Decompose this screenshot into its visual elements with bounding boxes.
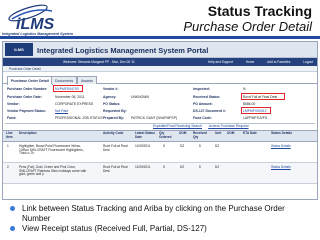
col-latest-status-date: Latest Status Date <box>135 131 156 139</box>
row-activity: Rcvd Full at Final Dest <box>103 144 128 152</box>
fund-code-value: LAPPMFSJVFS <box>243 116 268 120</box>
ilms-logo: iLMS <box>8 4 55 33</box>
app-header: iLMS Integrated Logistics Management Sys… <box>3 42 317 58</box>
row-uom: DZ <box>180 165 185 169</box>
row-description: Highlighter, Broad Point Fluorescent Yel… <box>19 144 84 156</box>
vendor-value: CORPORATE EXPRESS <box>55 102 94 106</box>
col-description: Description <box>19 131 37 135</box>
col-line-item: Line Item <box>6 131 13 139</box>
slide: iLMS Integrated Logistics Management Sys… <box>0 0 320 240</box>
col-uom-2: UOM <box>227 131 235 135</box>
row-unit: DZ <box>215 144 220 148</box>
vendor-label: Vendor: <box>7 102 20 106</box>
po-date-value: November 08, 2011 <box>55 95 85 99</box>
row-activity: Rcvd Full at Final Dest <box>103 165 128 173</box>
help-link[interactable]: Help and Support <box>208 60 233 64</box>
agency-label: Agency: <box>103 95 117 99</box>
received-status-label: Received Status: <box>193 95 221 99</box>
row-unit: DZ <box>215 165 220 169</box>
prepared-by-label: Prepared By: <box>103 116 125 120</box>
fund-value: PROFESSIONAL JOB STATUS <box>55 116 103 120</box>
bullet-text: Link between Status Tracking and Ariba b… <box>22 204 285 223</box>
ds127-highlight <box>241 107 271 114</box>
po-status-label: PO Status: <box>103 102 121 106</box>
table-row: 1 Highlighter, Broad Point Fluorescent Y… <box>3 142 317 163</box>
inspected-label: Inspected: <box>193 87 210 91</box>
col-activity-code: Activity Code <box>103 131 124 135</box>
bullet-item: View Receipt status (Received Full, Part… <box>8 224 312 234</box>
vendor-payment-label: Vendor Payment Status: <box>7 109 47 113</box>
col-eta-date: ETA Date <box>243 131 257 135</box>
row-qty: 5 <box>163 144 165 148</box>
app-title: Integrated Logistics Management System P… <box>37 46 209 55</box>
breadcrumb: Purchase Order Detail <box>3 66 317 72</box>
col-qty-ordered: Qty Ordered <box>159 131 172 139</box>
tab-purchase-order-detail[interactable]: Purchase Order Detail <box>7 76 53 85</box>
bullet-list: Link between Status Tracking and Ariba b… <box>8 204 312 235</box>
po-number-label: Purchase Order Number: <box>7 87 48 91</box>
tab-awards[interactable]: Awards <box>77 76 97 84</box>
tab-bar: Purchase Order Detail Documents Awards <box>3 76 317 85</box>
tab-documents[interactable]: Documents <box>51 76 78 84</box>
inspected-value: N <box>243 87 246 91</box>
row-line: 2 <box>7 165 9 169</box>
po-amount-label: PO Amount: <box>193 102 213 106</box>
po-number-highlight <box>53 85 83 92</box>
row-date: 11/09/2011 <box>135 165 151 169</box>
bullet-dot-icon <box>10 226 15 231</box>
logo-text: iLMS <box>16 16 55 33</box>
row-received: 5 <box>199 165 201 169</box>
app-logo: iLMS <box>5 43 33 56</box>
status-details-link[interactable]: Status Details <box>271 144 291 149</box>
line-items-table: Line Item Description Activity Code Late… <box>3 130 317 184</box>
bullet-item: Link between Status Tracking and Ariba b… <box>8 204 312 223</box>
prepared-by-value: PATRICK GANT (NVAPMFSP) <box>131 116 178 120</box>
user-info: Welcome: Stewarts Margaret PP - Mon, Dec… <box>63 60 135 64</box>
row-qty: 5 <box>163 165 165 169</box>
po-amount-value: $586.00 <box>243 102 256 106</box>
home-link[interactable]: Home <box>246 60 255 64</box>
col-uom: UOM <box>179 131 187 135</box>
top-links: Help and Support Home Add to Favorites L… <box>196 60 313 64</box>
user-bar: Welcome: Stewarts Margaret PP - Mon, Dec… <box>3 58 317 66</box>
col-received-qty: Received Qty <box>193 131 207 139</box>
expedite-search-link[interactable]: Expedite/Final Receiving Search <box>153 124 202 128</box>
requested-by-label: Requested By: <box>103 109 127 113</box>
vendor-no-label: Vendor #: <box>103 87 119 91</box>
status-details-link[interactable]: Status Details <box>271 165 291 170</box>
access-purchase-request-link[interactable]: Access Purchase Request <box>209 124 249 128</box>
form-links: Expedite/Final Receiving Search Access P… <box>153 124 255 128</box>
bullet-dot-icon <box>10 206 15 211</box>
favorites-link[interactable]: Add to Favorites <box>267 60 290 64</box>
logout-link[interactable]: Logout <box>303 60 313 64</box>
table-header: Line Item Description Activity Code Late… <box>3 130 317 142</box>
agency-value: UNKNOWN <box>131 95 149 99</box>
header-divider <box>0 36 320 39</box>
vendor-payment-link[interactable]: Not Paid <box>55 109 68 113</box>
po-form: Purchase Order Number: NVPMFS04703 Purch… <box>3 85 317 130</box>
row-date: 11/09/2011 <box>135 144 151 148</box>
slide-title: Status Tracking <box>207 3 312 19</box>
received-status-highlight <box>241 93 285 100</box>
col-unit: Unit <box>215 131 222 135</box>
row-received: 5 <box>199 144 201 148</box>
app-window: iLMS Integrated Logistics Management Sys… <box>2 41 318 200</box>
table-row: 2 Pens (Fat), Gold, Green and Pink Color… <box>3 163 317 184</box>
fund-label: Fund: <box>7 116 17 120</box>
row-description: Pens (Fat), Gold, Green and Pink Color, … <box>19 165 87 177</box>
fund-code-label: Fund Code: <box>193 116 212 120</box>
ds127-label: DS-127 Document #: <box>193 109 226 113</box>
breadcrumb-label: Purchase Order Detail <box>9 67 41 71</box>
row-line: 1 <box>7 144 9 148</box>
slide-subtitle: Purchase Order Detail <box>183 19 312 34</box>
col-status-details: Status Details <box>271 131 293 135</box>
po-date-label: Purchase Order Date: <box>7 95 42 99</box>
row-uom: DZ <box>180 144 185 148</box>
bullet-text: View Receipt status (Received Full, Part… <box>22 224 207 233</box>
